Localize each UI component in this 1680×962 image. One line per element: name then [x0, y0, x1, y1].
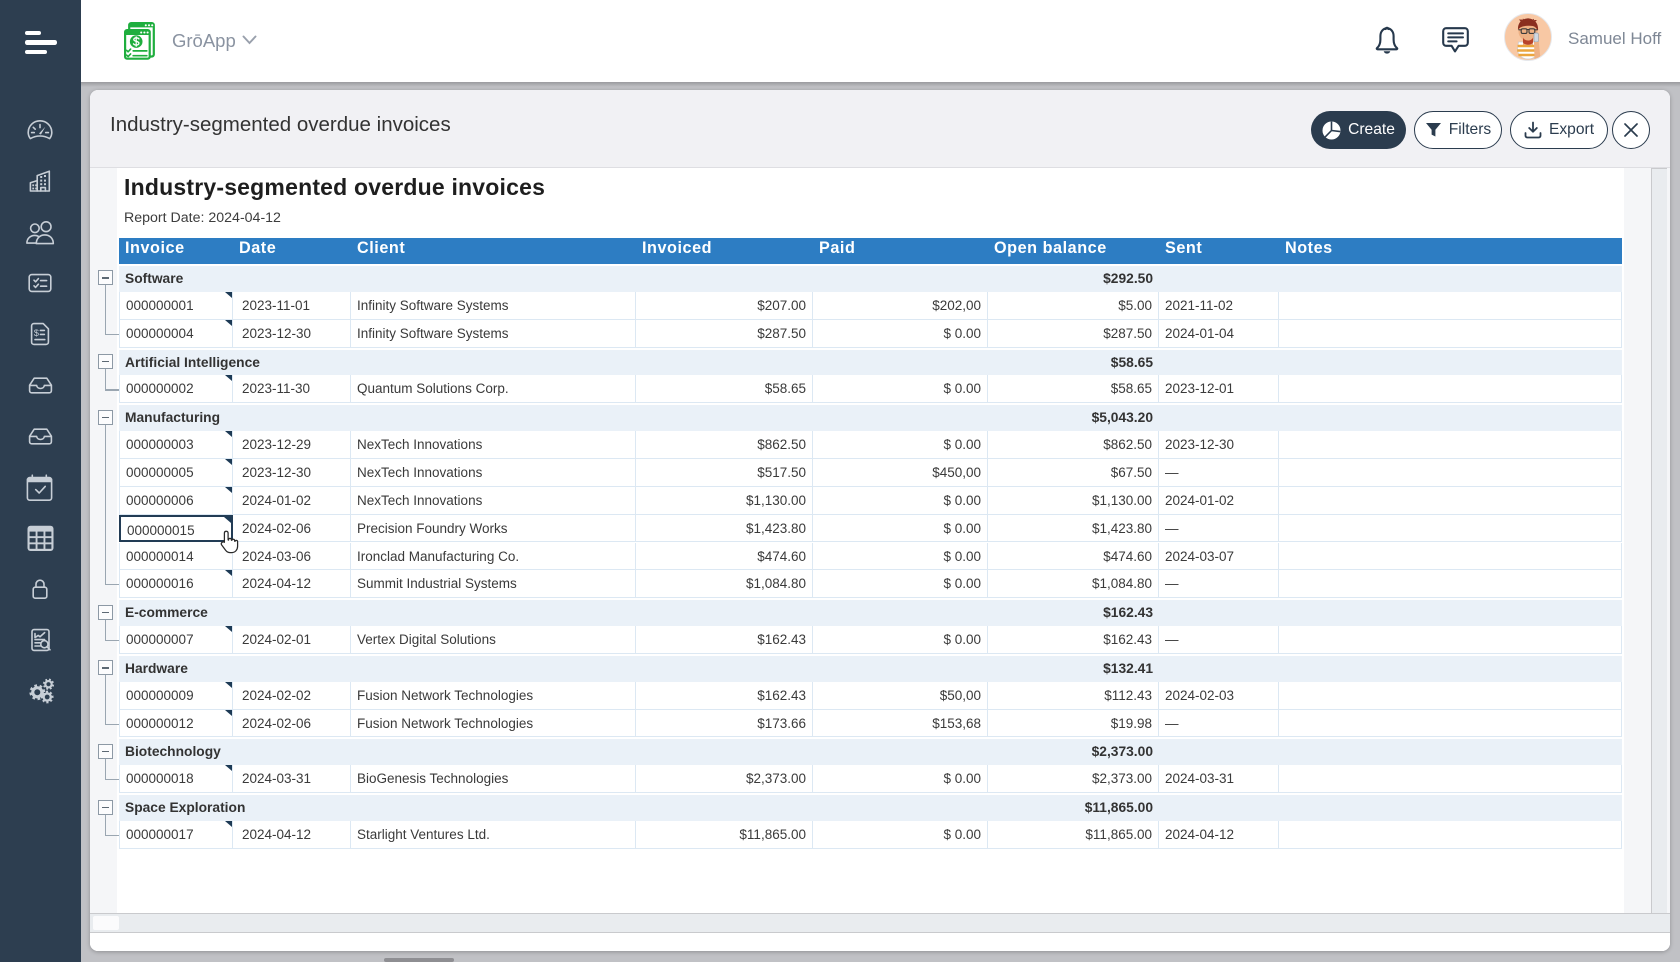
- svg-text:$: $: [34, 328, 39, 338]
